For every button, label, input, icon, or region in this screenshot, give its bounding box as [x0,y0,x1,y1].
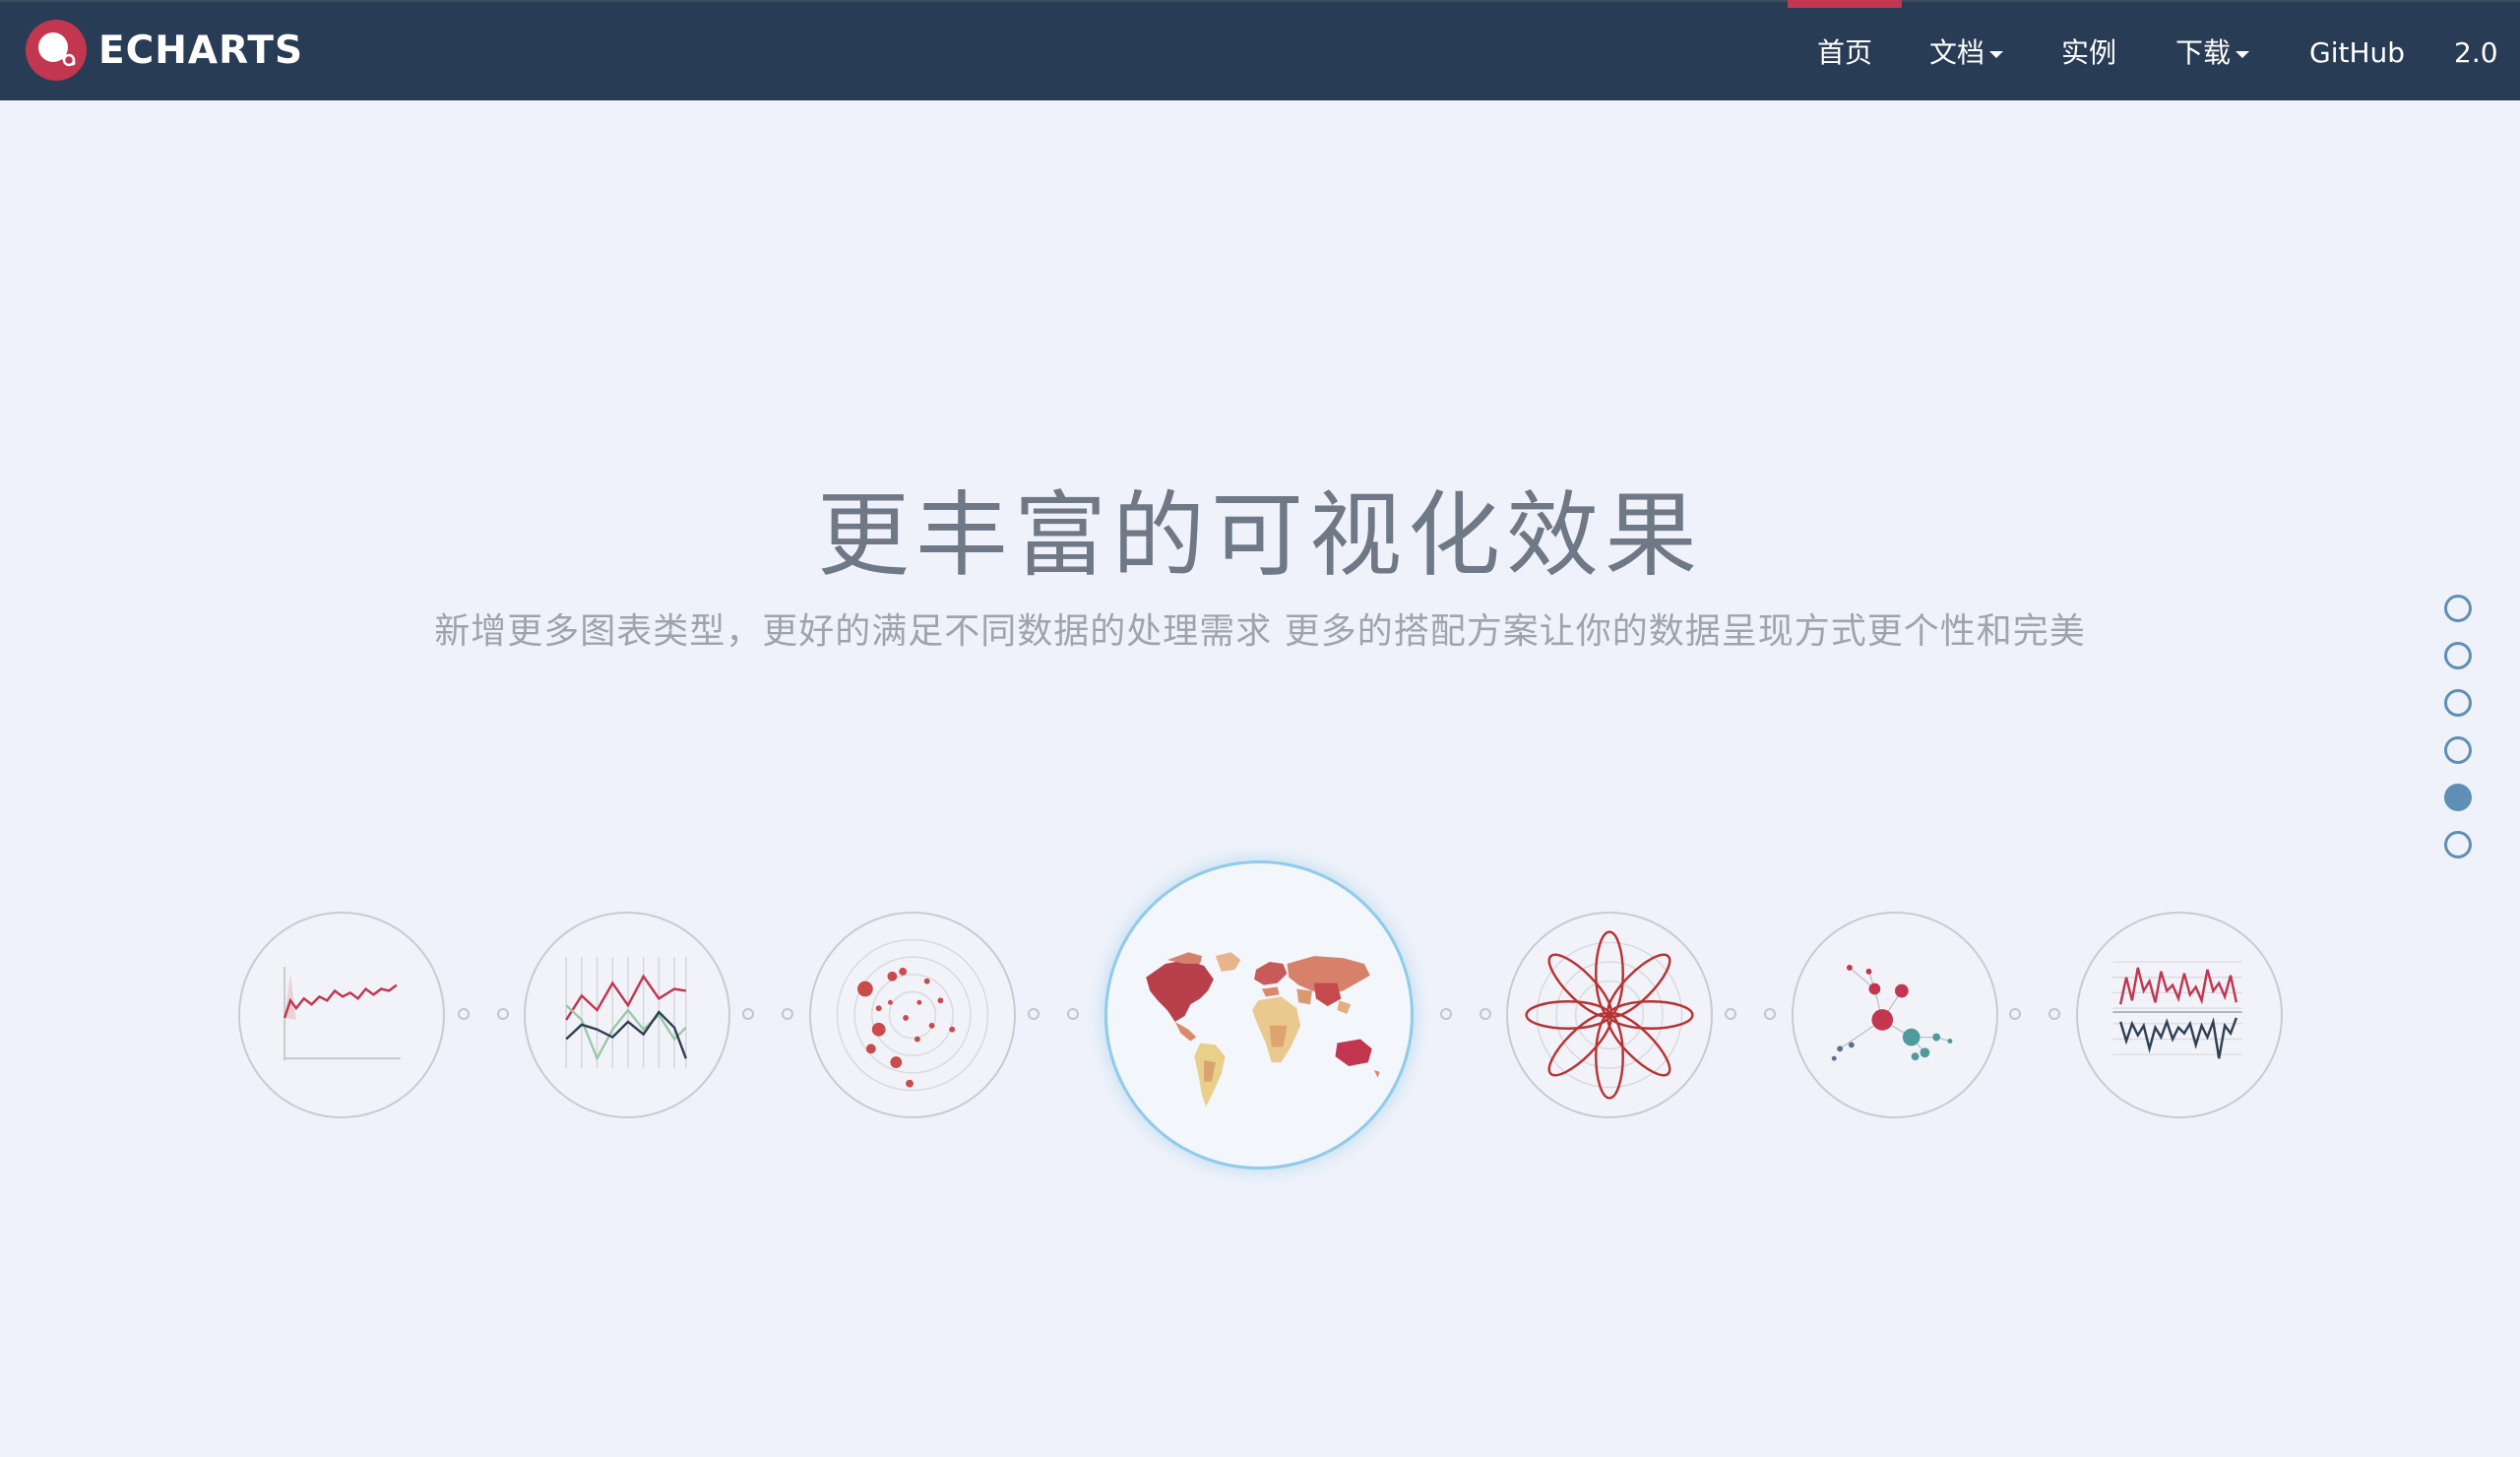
connector-dot [742,1008,754,1020]
brand-name: ECHARTS [98,28,304,73]
connector-dot [1067,1008,1079,1020]
multi-line-chart-icon [565,957,687,1068]
showcase-world-map[interactable] [1104,860,1414,1170]
nav-home-label: 首页 [1817,36,1873,69]
page-indicator-4[interactable] [2444,736,2472,764]
section-subtitle: 新增更多图表类型，更好的满足不同数据的处理需求 更多的搭配方案让你的数据呈现方式… [434,611,2086,652]
connector-dot [1028,1008,1040,1020]
section-title: 更丰富的可视化效果 [816,482,1703,590]
brand-logo-link[interactable]: ECHARTS [26,20,303,81]
showcase-rose-curve[interactable] [1506,912,1713,1118]
showcase-force-graph[interactable] [1792,912,1998,1118]
nav-examples[interactable]: 实例 [2061,2,2116,100]
page-indicator-3[interactable] [2444,689,2472,717]
showcase-polar-scatter[interactable] [809,912,1016,1118]
nav-home[interactable]: 首页 [1787,0,1903,100]
connector-dot [1480,1008,1491,1020]
connector-dot [1725,1008,1736,1020]
connector-dot [2009,1008,2021,1020]
nav-docs-label: 文档 [1929,36,1985,69]
echarts-logo-icon [26,20,87,81]
force-graph-icon [1831,964,1953,1061]
connector-dot [497,1008,509,1020]
nav-version-label: 2.0 [2454,36,2498,69]
showcase-kline-chart[interactable] [2076,912,2283,1118]
page-indicator-5-active[interactable] [2444,784,2472,811]
connector-dot [458,1008,470,1020]
nav-examples-label: 实例 [2061,36,2117,69]
showcase-line-chart[interactable] [238,912,445,1118]
page-indicator-2[interactable] [2444,642,2472,669]
nav-version[interactable]: 2.0 [2454,2,2498,100]
world-map-icon [1146,952,1380,1108]
page-indicator-1[interactable] [2444,595,2472,622]
nav-github[interactable]: GitHub [2309,2,2405,100]
connector-dot [782,1008,793,1020]
nav-download-dropdown[interactable]: 下载 [2175,2,2250,100]
page-indicator-6[interactable] [2444,831,2472,858]
nav-github-label: GitHub [2309,36,2406,69]
showcase-multi-line-chart[interactable] [524,912,730,1118]
top-navbar: ECHARTS 首页 文档 实例 下载 GitHub 2.0 [0,0,2520,100]
caret-down-icon [1989,50,2004,58]
rose-curve-icon [1525,930,1694,1100]
connector-dot [2048,1008,2060,1020]
nav-download-label: 下载 [2175,36,2232,69]
kline-chart-icon [2112,961,2242,1059]
connector-dot [1764,1008,1776,1020]
polar-scatter-icon [836,938,989,1092]
nav-docs-dropdown[interactable]: 文档 [1929,2,2004,100]
caret-down-icon [2236,50,2250,58]
connector-dot [1440,1008,1452,1020]
line-chart-icon [283,966,401,1061]
